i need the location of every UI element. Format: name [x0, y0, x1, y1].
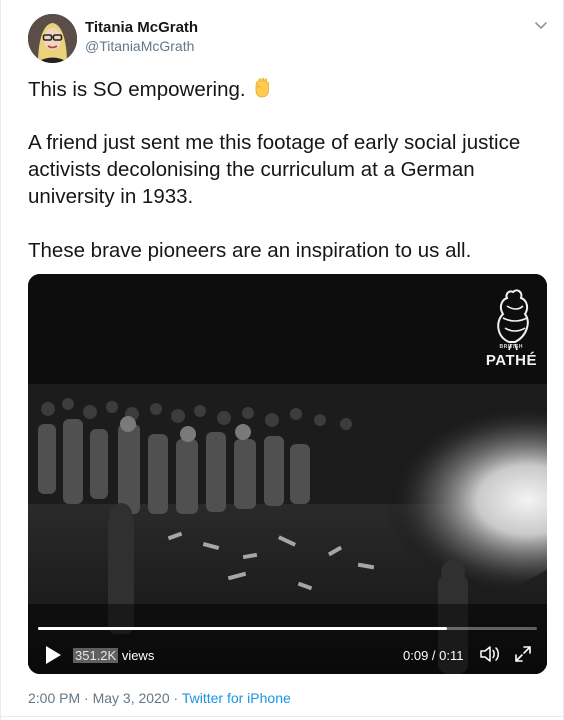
video-player[interactable]: BRITISH PATHÉ 351.2K views 0:09 / 0:11 — [28, 274, 547, 674]
view-count: 351.2K views — [73, 648, 154, 663]
tweet-text-line-2: A friend just sent me this footage of ea… — [28, 131, 521, 154]
divider — [1, 716, 564, 717]
view-count-label: views — [118, 648, 155, 663]
author-handle[interactable]: @TitaniaMcGrath — [85, 38, 194, 54]
tweet-timestamp[interactable]: 2:00 PM · May 3, 2020 · — [28, 690, 182, 706]
video-progress-bar[interactable] — [38, 627, 537, 630]
chevron-down-icon[interactable] — [532, 16, 550, 34]
video-progress-fill — [38, 627, 448, 630]
avatar[interactable] — [28, 14, 77, 63]
author-name[interactable]: Titania McGrath — [85, 19, 198, 36]
raised-fist-icon — [250, 76, 274, 100]
tweet-text-line-5: These brave pioneers are an inspiration … — [28, 239, 472, 262]
tweet-text-empowering: This is SO empowering. — [28, 78, 246, 101]
tweet-text-line-3: activists decolonising the curriculum at… — [28, 158, 475, 181]
video-frame — [28, 274, 547, 674]
volume-icon[interactable] — [479, 644, 501, 664]
watermark-text: PATHÉ — [485, 352, 537, 369]
tweet-card: Titania McGrath @TitaniaMcGrath This is … — [0, 0, 564, 720]
tweet-source-link[interactable]: Twitter for iPhone — [182, 690, 291, 706]
tweet-meta: 2:00 PM · May 3, 2020 · Twitter for iPho… — [28, 690, 291, 706]
tweet-text-line: This is SO empowering. — [28, 76, 274, 103]
watermark-small-text: BRITISH — [499, 344, 523, 350]
fullscreen-icon[interactable] — [514, 645, 532, 663]
tweet-text-line-4: university in 1933. — [28, 185, 194, 208]
view-count-number: 351.2K — [73, 648, 119, 663]
video-time: 0:09 / 0:11 — [403, 648, 464, 663]
play-icon[interactable] — [44, 645, 62, 665]
